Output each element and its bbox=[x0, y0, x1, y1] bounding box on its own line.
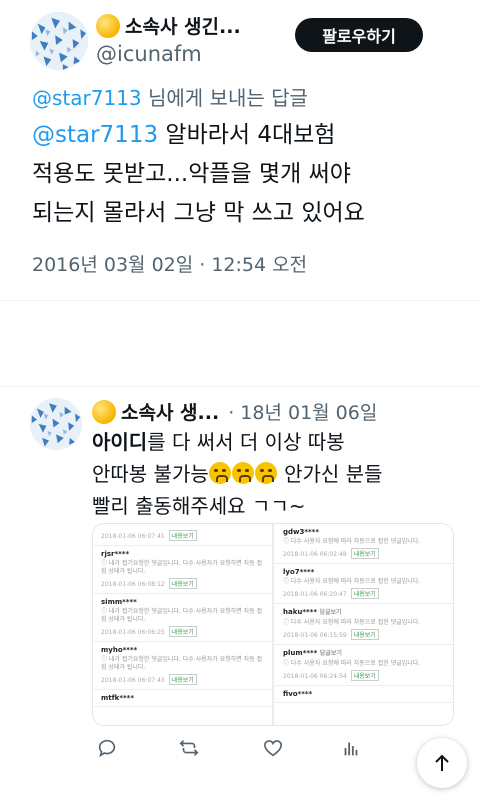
comment-notice: ⓘ 내가 접기요청한 댓글입니다. 다수 사용자가 요청하면 자동 접힘 상태가… bbox=[101, 608, 263, 623]
list-item: fivo**** bbox=[275, 686, 453, 703]
bar-chart-icon bbox=[344, 742, 358, 756]
show-content-button: 내용보기 bbox=[350, 629, 379, 640]
divider bbox=[0, 300, 480, 301]
quoted-text-bold: 아이디 bbox=[92, 430, 148, 454]
list-item: 2018-01-06 06:07:41 내용보기 bbox=[93, 524, 272, 546]
tweet-text-line3: 되는지 몰라서 그냥 막 쓰고 있어요 bbox=[32, 200, 365, 226]
reply-to-mention[interactable]: @star7113 bbox=[32, 86, 142, 110]
list-item: rjsr**** ⓘ 내가 접기요청한 댓글입니다. 다수 사용자가 요청하면 … bbox=[93, 546, 272, 594]
crying-emoji-icon bbox=[254, 462, 277, 484]
reply-to-line: @star7113 님에게 보내는 답글 bbox=[32, 82, 308, 111]
reply-button[interactable] bbox=[92, 733, 122, 763]
emoji-icon bbox=[96, 13, 120, 38]
list-item: gdw3**** ⓘ 다수 사용자 요청에 따라 자동으로 접힌 댓글입니다. … bbox=[275, 524, 453, 564]
list-item: lyo7**** ⓘ 다수 사용자 요청에 따라 자동으로 접힌 댓글입니다. … bbox=[275, 564, 453, 604]
display-name: 소속사 생... bbox=[121, 402, 220, 424]
tweet-actions bbox=[92, 733, 382, 767]
tweet-text-line1: 알바라서 4대보험 bbox=[158, 122, 336, 148]
comment-notice: ⓘ 다수 사용자 요청에 따라 자동으로 접힌 댓글입니다. bbox=[283, 578, 421, 585]
attached-image[interactable]: 2018-01-06 06:07:41 내용보기 rjsr**** ⓘ 내가 접기… bbox=[92, 523, 454, 726]
comment-time: 2018-01-06 06:07:41 bbox=[101, 533, 165, 540]
comment-user: mtfk**** bbox=[101, 694, 134, 702]
crying-emoji-icon bbox=[231, 462, 254, 484]
list-item: myho**** ⓘ 내가 접기요청한 댓글입니다. 다수 사용자가 요청하면 … bbox=[93, 642, 272, 690]
display-name: 소속사 생긴... bbox=[125, 16, 241, 38]
list-item: mtfk**** bbox=[93, 690, 272, 707]
quoted-tweet-text: 아이디를 다 써서 더 이상 따봉 안따봉 불가능 안가신 분들 빨리 출동해주… bbox=[92, 426, 462, 522]
show-content-button: 내용보기 bbox=[350, 670, 379, 681]
comment-user: gdw3**** bbox=[283, 528, 320, 536]
show-content-button: 내용보기 bbox=[168, 530, 197, 541]
quoted-text-line2-pre: 안따봉 불가능 bbox=[92, 462, 209, 486]
comment-user: rjsr**** bbox=[101, 550, 130, 558]
reply-tag: 답글보기 bbox=[319, 609, 342, 616]
comment-notice: ⓘ 다수 사용자 요청에 따라 자동으로 접힌 댓글입니다. bbox=[283, 660, 421, 667]
reply-tag: 답글보기 bbox=[319, 650, 342, 657]
follow-button[interactable]: 팔로우하기 bbox=[295, 18, 423, 52]
divider bbox=[0, 386, 480, 387]
tweet-mention[interactable]: @star7113 bbox=[32, 122, 158, 148]
comment-user: lyo7**** bbox=[283, 568, 315, 576]
show-content-button: 내용보기 bbox=[168, 578, 197, 589]
comment-notice: ⓘ 내가 접기요청한 댓글입니다. 다수 사용자가 요청하면 자동 접힘 상태가… bbox=[101, 560, 263, 575]
list-item: haku**** 답글보기 ⓘ 다수 사용자 요청에 따라 자동으로 접힌 댓글… bbox=[275, 604, 453, 645]
comment-user: plum**** bbox=[283, 649, 318, 657]
comment-column-right: gdw3**** ⓘ 다수 사용자 요청에 따라 자동으로 접힌 댓글입니다. … bbox=[275, 524, 453, 725]
avatar-pattern bbox=[30, 398, 82, 450]
avatar[interactable] bbox=[30, 12, 88, 70]
comment-user: myho**** bbox=[101, 646, 138, 654]
comment-time: 2018-01-06 06:08:12 bbox=[101, 581, 165, 588]
reply-to-suffix: 님에게 보내는 답글 bbox=[141, 86, 308, 110]
show-content-button: 내용보기 bbox=[350, 588, 379, 599]
retweet-button[interactable] bbox=[174, 733, 204, 763]
quoted-text-line1: 를 다 써서 더 이상 따봉 bbox=[147, 430, 345, 454]
tweet-timestamp[interactable]: 2016년 03월 02일 · 12:54 오전 bbox=[32, 250, 307, 277]
quoted-text-line3: 빨리 출동해주세요 ㄱㄱ~ bbox=[92, 494, 306, 518]
comment-time: 2018-01-06 06:02:48 bbox=[283, 551, 347, 558]
reply-icon bbox=[98, 739, 116, 758]
comment-time: 2018-01-06 06:24:54 bbox=[283, 673, 347, 680]
list-item: plum**** 답글보기 ⓘ 다수 사용자 요청에 따라 자동으로 접힌 댓글… bbox=[275, 645, 453, 686]
arrow-up-icon bbox=[435, 754, 449, 771]
heart-icon bbox=[263, 740, 283, 757]
crying-emoji-icon bbox=[208, 462, 231, 484]
show-content-button: 내용보기 bbox=[168, 626, 197, 637]
scroll-to-top-button[interactable] bbox=[417, 738, 467, 788]
author-name-row[interactable]: 소속사 생긴... bbox=[96, 12, 241, 39]
comment-time: 2018-01-06 06:20:47 bbox=[283, 591, 347, 598]
retweet-icon bbox=[179, 740, 199, 756]
view-stats-button[interactable] bbox=[336, 733, 366, 763]
comment-time: 2018-01-06 06:07:43 bbox=[101, 677, 165, 684]
comment-notice: ⓘ 내가 접기요청한 댓글입니다. 다수 사용자가 요청하면 자동 접힘 상태가… bbox=[101, 656, 263, 671]
comment-time: 2018-01-06 06:06:25 bbox=[101, 629, 165, 636]
quoted-tweet-header[interactable]: 소속사 생... · 18년 01월 06일 bbox=[92, 398, 377, 425]
avatar-pattern bbox=[30, 12, 88, 70]
show-content-button: 내용보기 bbox=[168, 674, 197, 685]
comment-column-left: 2018-01-06 06:07:41 내용보기 rjsr**** ⓘ 내가 접기… bbox=[93, 524, 273, 725]
show-content-button: 내용보기 bbox=[350, 548, 379, 559]
comment-user: simm**** bbox=[101, 598, 137, 606]
emoji-icon bbox=[92, 399, 116, 424]
tweet-text: @star7113 알바라서 4대보험 적용도 못받고...악플을 몇개 써야 … bbox=[32, 116, 452, 233]
list-item: simm**** ⓘ 내가 접기요청한 댓글입니다. 다수 사용자가 요청하면 … bbox=[93, 594, 272, 642]
comment-notice: ⓘ 다수 사용자 요청에 따라 자동으로 접힌 댓글입니다. bbox=[283, 538, 421, 545]
comment-time: 2018-01-06 06:15:59 bbox=[283, 632, 347, 639]
tweet-date: · 18년 01월 06일 bbox=[228, 402, 378, 424]
author-handle[interactable]: @icunafm bbox=[96, 42, 202, 66]
comment-user: fivo**** bbox=[283, 690, 313, 698]
quoted-text-line2-post: 안가신 분들 bbox=[277, 462, 383, 486]
like-button[interactable] bbox=[258, 733, 288, 763]
comment-user: haku**** bbox=[283, 608, 317, 616]
comment-notice: ⓘ 다수 사용자 요청에 따라 자동으로 접힌 댓글입니다. bbox=[283, 619, 421, 626]
avatar[interactable] bbox=[30, 398, 82, 450]
tweet-text-line2: 적용도 못받고...악플을 몇개 써야 bbox=[32, 161, 351, 187]
